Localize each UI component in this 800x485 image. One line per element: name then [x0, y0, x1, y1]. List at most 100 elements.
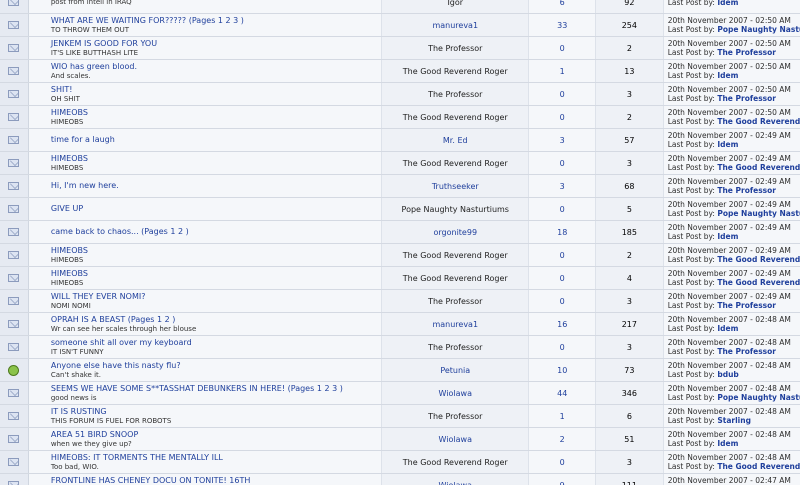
- last-post-author-link[interactable]: The Good Reverend Roger: [717, 278, 800, 287]
- last-post-author-link[interactable]: The Professor: [717, 347, 776, 356]
- topic-row[interactable]: WILL THEY EVER NOMI? NOMI NOMI The Profe…: [0, 290, 800, 313]
- topic-title-link[interactable]: WHAT ARE WE WAITING FOR????? (Pages 1 2 …: [51, 16, 381, 26]
- replies-count-link[interactable]: 18: [557, 228, 567, 237]
- topic-starter-link[interactable]: manureva1: [432, 21, 478, 30]
- topic-row[interactable]: GIVE UP Pope Naughty Nasturtiums 0 5 20t…: [0, 198, 800, 221]
- last-post-author-link[interactable]: The Good Reverend Roger: [717, 255, 800, 264]
- topic-title-link[interactable]: IT IS RUSTING: [51, 407, 381, 417]
- replies-count-link[interactable]: 2: [560, 435, 565, 444]
- last-post-author-link[interactable]: The Professor: [717, 48, 776, 57]
- topic-row[interactable]: came back to chaos... (Pages 1 2 ) orgon…: [0, 221, 800, 244]
- topic-starter-link[interactable]: The Good Reverend Roger: [403, 251, 508, 260]
- topic-title-link[interactable]: JENKEM IS GOOD FOR YOU: [51, 39, 381, 49]
- replies-count-link[interactable]: 0: [560, 205, 565, 214]
- topic-row[interactable]: FRONTLINE HAS CHENEY DOCU ON TONITE! 16T…: [0, 474, 800, 485]
- replies-count-link[interactable]: 3: [560, 136, 565, 145]
- replies-count-link[interactable]: 3: [560, 182, 565, 191]
- topic-row[interactable]: HIMEOBS HIMEOBS The Good Reverend Roger …: [0, 267, 800, 290]
- topic-starter-link[interactable]: The Good Reverend Roger: [403, 458, 508, 467]
- topic-starter-link[interactable]: Igor: [447, 0, 463, 7]
- replies-count-link[interactable]: 33: [557, 21, 567, 30]
- replies-count-link[interactable]: 0: [560, 458, 565, 467]
- last-post-author-link[interactable]: Pope Naughty Nasturtiums: [717, 393, 800, 402]
- topic-title-link[interactable]: OPRAH IS A BEAST (Pages 1 2 ): [51, 315, 381, 325]
- topic-title-link[interactable]: GIVE UP: [51, 204, 381, 214]
- topic-row[interactable]: HIMEOBS HIMEOBS The Good Reverend Roger …: [0, 244, 800, 267]
- topic-title-link[interactable]: SHIT!: [51, 85, 381, 95]
- last-post-author-link[interactable]: The Professor: [717, 94, 776, 103]
- last-post-author-link[interactable]: Pope Naughty Nasturtiums: [717, 25, 800, 34]
- replies-count-link[interactable]: 16: [557, 320, 567, 329]
- topic-starter-link[interactable]: The Professor: [428, 343, 482, 352]
- topic-starter-link[interactable]: Mr. Ed: [443, 136, 468, 145]
- topic-starter-link[interactable]: Pope Naughty Nasturtiums: [402, 205, 509, 214]
- topic-row[interactable]: IT IS RUSTING THIS FORUM IS FUEL FOR ROB…: [0, 405, 800, 428]
- topic-starter-link[interactable]: Wiolawa: [439, 389, 472, 398]
- last-post-author-link[interactable]: The Professor: [717, 301, 776, 310]
- topic-starter-link[interactable]: The Good Reverend Roger: [403, 67, 508, 76]
- topic-row[interactable]: HIMEOBS HIMEOBS The Good Reverend Roger …: [0, 152, 800, 175]
- topic-starter-link[interactable]: The Professor: [428, 297, 482, 306]
- last-post-author-link[interactable]: The Good Reverend Roger: [717, 117, 800, 126]
- topic-row[interactable]: WIO has green blood. And scales. The Goo…: [0, 60, 800, 83]
- topic-starter-link[interactable]: orgonite99: [433, 228, 477, 237]
- replies-count-link[interactable]: 0: [560, 343, 565, 352]
- topic-starter-link[interactable]: The Professor: [428, 412, 482, 421]
- topic-row[interactable]: time for a laugh Mr. Ed 3 57 20th Novemb…: [0, 129, 800, 152]
- topic-row[interactable]: AREA 51 BIRD SNOOP when we they give up?…: [0, 428, 800, 451]
- topic-title-link[interactable]: WILL THEY EVER NOMI?: [51, 292, 381, 302]
- topic-row[interactable]: Anyone else have this nasty flu? Can't s…: [0, 359, 800, 382]
- topic-starter-link[interactable]: Truthseeker: [432, 182, 479, 191]
- topic-row[interactable]: HIMEOBS HIMEOBS The Good Reverend Roger …: [0, 106, 800, 129]
- topic-starter-link[interactable]: The Good Reverend Roger: [403, 113, 508, 122]
- last-post-author-link[interactable]: The Professor: [717, 186, 776, 195]
- topic-title-link[interactable]: someone shit all over my keyboard: [51, 338, 381, 348]
- topic-row[interactable]: post from intell in IRAQ Igor 6 92 Last …: [0, 0, 800, 14]
- replies-count-link[interactable]: 0: [560, 274, 565, 283]
- topic-starter-link[interactable]: Wiolawa: [439, 481, 472, 485]
- topic-starter-link[interactable]: The Professor: [428, 44, 482, 53]
- topic-row[interactable]: WHAT ARE WE WAITING FOR????? (Pages 1 2 …: [0, 14, 800, 37]
- topic-title-link[interactable]: came back to chaos... (Pages 1 2 ): [51, 227, 381, 237]
- topic-starter-link[interactable]: The Good Reverend Roger: [403, 274, 508, 283]
- replies-count-link[interactable]: 0: [560, 90, 565, 99]
- topic-title-link[interactable]: WIO has green blood.: [51, 62, 381, 72]
- replies-count-link[interactable]: 6: [560, 0, 565, 7]
- last-post-author-link[interactable]: Starling: [717, 416, 751, 425]
- last-post-author-link[interactable]: Pope Naughty Nasturtiums: [717, 209, 800, 218]
- last-post-author-link[interactable]: Idem: [717, 71, 738, 80]
- topic-title-link[interactable]: FRONTLINE HAS CHENEY DOCU ON TONITE! 16T…: [51, 476, 381, 485]
- topic-title-link[interactable]: HIMEOBS: [51, 154, 381, 164]
- topic-title-link[interactable]: HIMEOBS: [51, 269, 381, 279]
- last-post-author-link[interactable]: bdub: [717, 370, 738, 379]
- replies-count-link[interactable]: 44: [557, 389, 567, 398]
- topic-row[interactable]: SEEMS WE HAVE SOME S**TASSHAT DEBUNKERS …: [0, 382, 800, 405]
- replies-count-link[interactable]: 1: [560, 67, 565, 76]
- topic-starter-link[interactable]: Wiolawa: [439, 435, 472, 444]
- topic-starter-link[interactable]: Petunia: [440, 366, 470, 375]
- last-post-author-link[interactable]: Idem: [717, 140, 738, 149]
- topic-starter-link[interactable]: The Professor: [428, 90, 482, 99]
- topic-row[interactable]: HIMEOBS: IT TORMENTS THE MENTALLY ILL To…: [0, 451, 800, 474]
- topic-starter-link[interactable]: The Good Reverend Roger: [403, 159, 508, 168]
- topic-row[interactable]: OPRAH IS A BEAST (Pages 1 2 ) Wr can see…: [0, 313, 800, 336]
- topic-title-link[interactable]: SEEMS WE HAVE SOME S**TASSHAT DEBUNKERS …: [51, 384, 381, 394]
- replies-count-link[interactable]: 9: [560, 481, 565, 485]
- topic-row[interactable]: Hi, I'm new here. Truthseeker 3 68 20th …: [0, 175, 800, 198]
- topic-title-link[interactable]: Hi, I'm new here.: [51, 181, 381, 191]
- topic-starter-link[interactable]: manureva1: [432, 320, 478, 329]
- topic-row[interactable]: someone shit all over my keyboard IT ISN…: [0, 336, 800, 359]
- last-post-author-link[interactable]: Idem: [717, 439, 738, 448]
- replies-count-link[interactable]: 10: [557, 366, 567, 375]
- last-post-author-link[interactable]: The Good Reverend Roger: [717, 462, 800, 471]
- topic-title-link[interactable]: AREA 51 BIRD SNOOP: [51, 430, 381, 440]
- replies-count-link[interactable]: 1: [560, 412, 565, 421]
- replies-count-link[interactable]: 0: [560, 159, 565, 168]
- topic-row[interactable]: SHIT! OH SHIT The Professor 0 3 20th Nov…: [0, 83, 800, 106]
- replies-count-link[interactable]: 0: [560, 113, 565, 122]
- topic-title-link[interactable]: HIMEOBS: [51, 108, 381, 118]
- last-post-author-link[interactable]: Idem: [717, 324, 738, 333]
- replies-count-link[interactable]: 0: [560, 44, 565, 53]
- replies-count-link[interactable]: 0: [560, 251, 565, 260]
- topic-row[interactable]: JENKEM IS GOOD FOR YOU IT'S LIKE BUTTHAS…: [0, 37, 800, 60]
